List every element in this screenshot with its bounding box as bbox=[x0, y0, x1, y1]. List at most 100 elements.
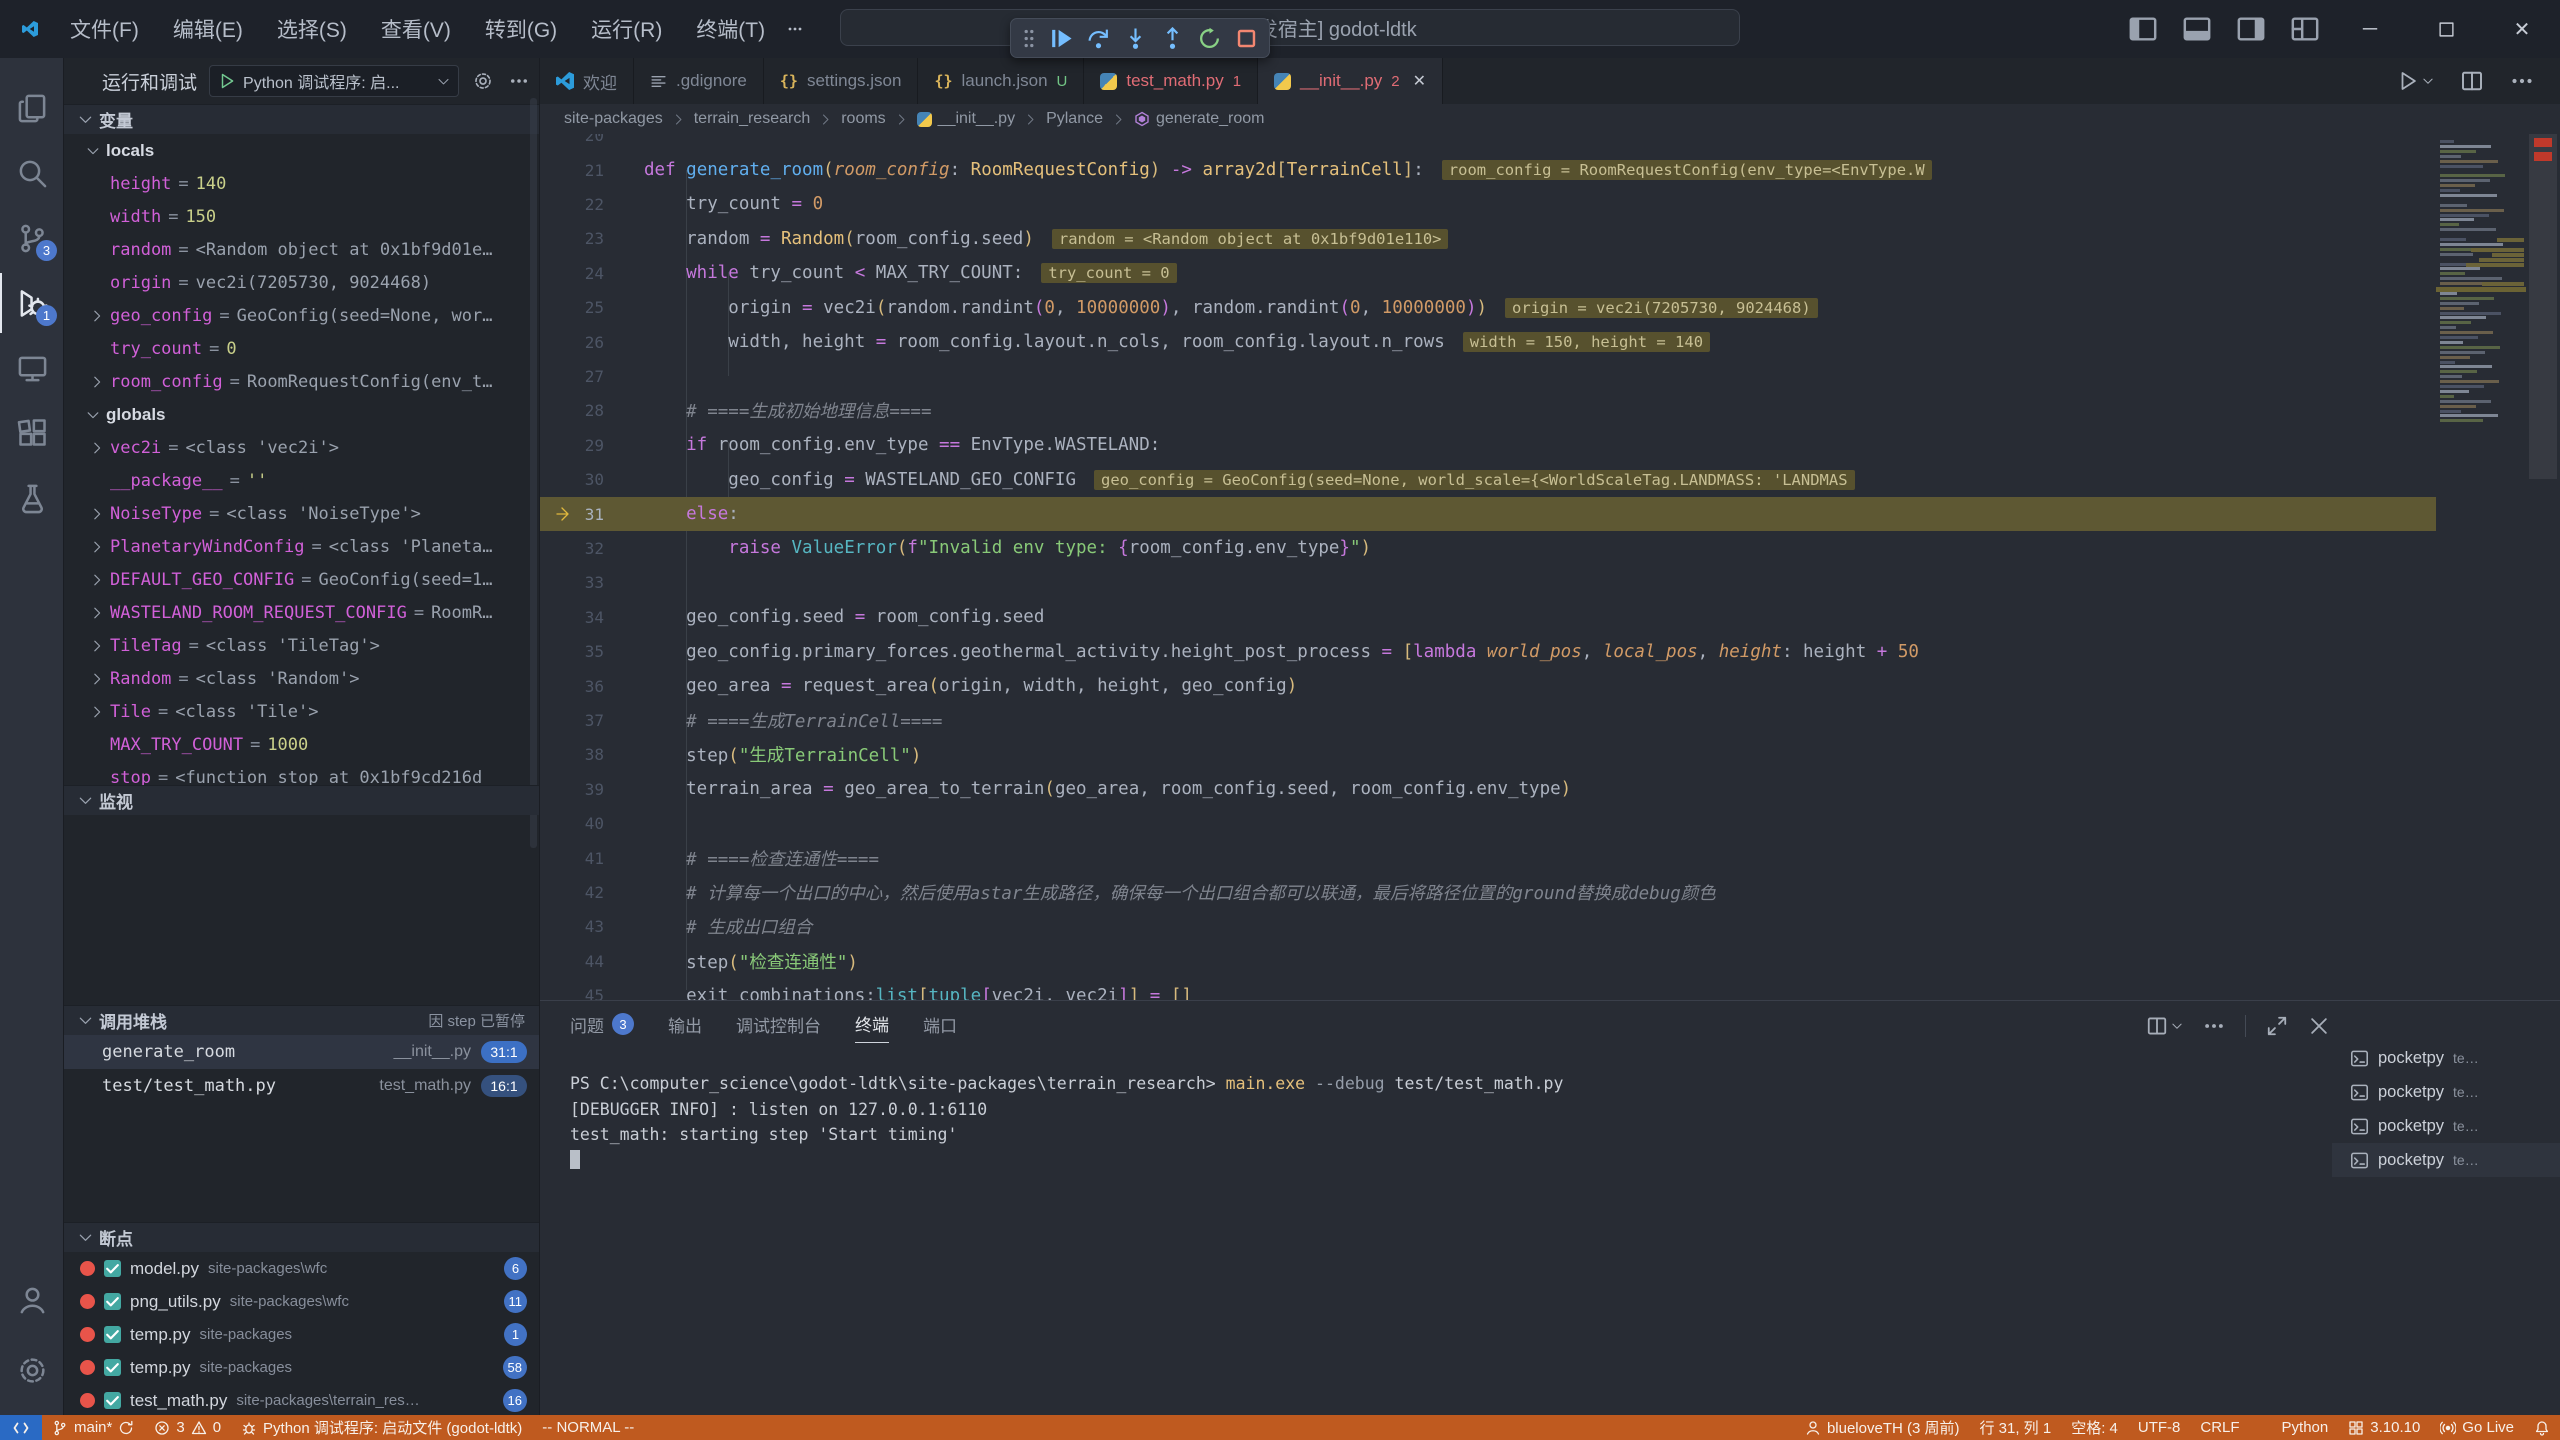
tab-launch.json[interactable]: {}launch.jsonU bbox=[918, 58, 1084, 104]
watch-section-header[interactable]: 监视 bbox=[64, 785, 539, 815]
variable-Tile[interactable]: Tile=<class 'Tile'> bbox=[64, 695, 539, 728]
editor-scrollbar[interactable] bbox=[2526, 134, 2560, 1000]
breakpoint-checkbox[interactable] bbox=[104, 1326, 121, 1343]
breadcrumb-item-Pylance[interactable]: Pylance bbox=[1046, 110, 1103, 128]
menu-查看(V)[interactable]: 查看(V) bbox=[367, 8, 465, 50]
activitybar-explorer[interactable] bbox=[0, 78, 64, 138]
debug-panel-more-icon[interactable] bbox=[509, 71, 529, 91]
breakpoint-temp.py-1[interactable]: temp.pysite-packages1 bbox=[64, 1318, 539, 1351]
debug-settings-gear-icon[interactable] bbox=[473, 71, 493, 91]
stack-frame-generate_room[interactable]: generate_room__init__.py31:1 bbox=[64, 1035, 539, 1069]
breakpoint-test_math.py-16[interactable]: test_math.pysite-packages\terrain_res…16 bbox=[64, 1384, 539, 1415]
debug-restart-icon[interactable] bbox=[1197, 26, 1222, 51]
variable-WASTELAND_ROOM_REQUEST_CONFIG[interactable]: WASTELAND_ROOM_REQUEST_CONFIG=RoomR… bbox=[64, 596, 539, 629]
statusbar-cursor-position[interactable]: 行 31, 列 1 bbox=[1969, 1415, 2061, 1440]
breadcrumb-item-generate_room[interactable]: generate_room bbox=[1134, 110, 1265, 128]
breadcrumb-item-site-packages[interactable]: site-packages bbox=[564, 110, 663, 128]
sidebar-scrollbar[interactable] bbox=[530, 98, 537, 848]
variable-__package__[interactable]: __package__='' bbox=[64, 464, 539, 497]
editor-more-actions-icon[interactable] bbox=[2510, 69, 2534, 93]
debug-config-dropdown[interactable]: Python 调试程序: 启... bbox=[209, 65, 459, 97]
menu-选择(S)[interactable]: 选择(S) bbox=[263, 8, 361, 50]
breakpoint-model.py-6[interactable]: model.pysite-packages\wfc6 bbox=[64, 1252, 539, 1285]
activitybar-remote-explorer[interactable] bbox=[0, 338, 64, 398]
variable-height[interactable]: height=140 bbox=[64, 167, 539, 200]
debug-continue-icon[interactable] bbox=[1049, 26, 1074, 51]
activitybar-accounts[interactable] bbox=[0, 1270, 64, 1330]
variable-MAX_TRY_COUNT[interactable]: MAX_TRY_COUNT=1000 bbox=[64, 728, 539, 761]
breakpoint-checkbox[interactable] bbox=[104, 1359, 121, 1376]
panel-tab-终端[interactable]: 终端 bbox=[855, 1011, 889, 1043]
customize-layout-icon[interactable] bbox=[2290, 14, 2320, 44]
menu-终端(T)[interactable]: 终端(T) bbox=[682, 8, 779, 50]
panel-tab-调试控制台[interactable]: 调试控制台 bbox=[736, 1012, 821, 1043]
split-editor-icon[interactable] bbox=[2460, 69, 2484, 93]
statusbar-go-live[interactable]: Go Live bbox=[2430, 1415, 2524, 1440]
variable-Random[interactable]: Random=<class 'Random'> bbox=[64, 662, 539, 695]
tab-__init__.py[interactable]: __init__.py2✕ bbox=[1258, 58, 1443, 104]
activitybar-testing[interactable] bbox=[0, 468, 64, 528]
variable-NoiseType[interactable]: NoiseType=<class 'NoiseType'> bbox=[64, 497, 539, 530]
statusbar-remote-indicator[interactable] bbox=[0, 1415, 42, 1440]
debug-step-out-icon[interactable] bbox=[1160, 26, 1185, 51]
menu-文件(F)[interactable]: 文件(F) bbox=[56, 8, 153, 50]
menu-运行(R)[interactable]: 运行(R) bbox=[577, 8, 676, 50]
panel-tab-端口[interactable]: 端口 bbox=[923, 1012, 957, 1043]
variable-geo_config[interactable]: geo_config=GeoConfig(seed=None, wor… bbox=[64, 299, 539, 332]
variable-width[interactable]: width=150 bbox=[64, 200, 539, 233]
window-maximize-button[interactable] bbox=[2408, 0, 2484, 58]
window-minimize-button[interactable]: ─ bbox=[2332, 0, 2408, 58]
variable-random[interactable]: random=<Random object at 0x1bf9d01e… bbox=[64, 233, 539, 266]
variable-try_count[interactable]: try_count=0 bbox=[64, 332, 539, 365]
split-terminal-button[interactable] bbox=[2146, 1015, 2183, 1037]
command-center-search[interactable]: [扩展开发宿主] godot-ldtk bbox=[840, 9, 1740, 46]
callstack-section-header[interactable]: 调用堆栈 因 step 已暂停 bbox=[64, 1005, 539, 1035]
maximize-panel-icon[interactable] bbox=[2266, 1015, 2288, 1037]
activitybar-run-debug[interactable]: 1 bbox=[0, 273, 64, 333]
terminal-list-item[interactable]: pocketpyte… bbox=[2332, 1109, 2560, 1143]
breadcrumb-item-__init__.py[interactable]: __init__.py bbox=[917, 110, 1015, 128]
activitybar-source-control[interactable]: 3 bbox=[0, 208, 64, 268]
code-editor[interactable]: 2021def generate_room(room_config: RoomR… bbox=[540, 134, 2560, 1000]
statusbar-git-annotate[interactable]: blueloveTH (3 周前) bbox=[1795, 1415, 1970, 1440]
debug-stop-icon[interactable] bbox=[1234, 26, 1259, 51]
statusbar-indentation[interactable]: 空格: 4 bbox=[2061, 1415, 2128, 1440]
variable-TileTag[interactable]: TileTag=<class 'TileTag'> bbox=[64, 629, 539, 662]
toggle-sidebar-icon[interactable] bbox=[2128, 14, 2158, 44]
variable-vec2i[interactable]: vec2i=<class 'vec2i'> bbox=[64, 431, 539, 464]
statusbar-debug-status[interactable]: Python 调试程序: 启动文件 (godot-ldtk) bbox=[231, 1415, 532, 1440]
statusbar-python-version[interactable]: 3.10.10 bbox=[2338, 1415, 2430, 1440]
statusbar-eol[interactable]: CRLF bbox=[2190, 1415, 2249, 1440]
breakpoint-checkbox[interactable] bbox=[104, 1260, 121, 1277]
run-python-file-button[interactable] bbox=[2397, 70, 2434, 92]
breakpoints-section-header[interactable]: 断点 bbox=[64, 1222, 539, 1252]
terminal-output[interactable]: PS C:\computer_science\godot-ldtk\site-p… bbox=[570, 1071, 2320, 1415]
panel-more-actions-icon[interactable] bbox=[2203, 1015, 2225, 1037]
activitybar-extensions[interactable] bbox=[0, 403, 64, 463]
statusbar-notifications[interactable] bbox=[2524, 1415, 2560, 1440]
toggle-secondary-sidebar-icon[interactable] bbox=[2236, 14, 2266, 44]
variable-stop[interactable]: stop=<function stop at 0x1bf9cd216d bbox=[64, 761, 539, 785]
debug-step-over-icon[interactable] bbox=[1086, 26, 1111, 51]
tab-close-icon[interactable]: ✕ bbox=[1413, 71, 1426, 91]
statusbar-git-branch[interactable]: main* bbox=[42, 1415, 144, 1440]
activitybar-settings[interactable] bbox=[0, 1340, 64, 1400]
panel-tab-问题[interactable]: 问题3 bbox=[570, 1012, 634, 1043]
variables-group-globals[interactable]: globals bbox=[64, 398, 539, 431]
drag-grip-icon[interactable] bbox=[1021, 26, 1037, 51]
breadcrumb[interactable]: site-packagesterrain_researchrooms__init… bbox=[540, 104, 2560, 134]
tab-test_math.py[interactable]: test_math.py1 bbox=[1084, 58, 1258, 104]
variable-origin[interactable]: origin=vec2i(7205730, 9024468) bbox=[64, 266, 539, 299]
breakpoint-checkbox[interactable] bbox=[104, 1392, 121, 1409]
breakpoint-temp.py-58[interactable]: temp.pysite-packages58 bbox=[64, 1351, 539, 1384]
close-panel-icon[interactable] bbox=[2308, 1015, 2330, 1037]
tab-settings.json[interactable]: {}settings.json bbox=[764, 58, 919, 104]
menu-转到(G)[interactable]: 转到(G) bbox=[471, 8, 571, 50]
stack-frame-test/test_math.py[interactable]: test/test_math.pytest_math.py16:1 bbox=[64, 1069, 539, 1103]
activitybar-search[interactable] bbox=[0, 143, 64, 203]
menu-编辑(E)[interactable]: 编辑(E) bbox=[159, 8, 257, 50]
breadcrumb-item-terrain_research[interactable]: terrain_research bbox=[694, 110, 811, 128]
variable-DEFAULT_GEO_CONFIG[interactable]: DEFAULT_GEO_CONFIG=GeoConfig(seed=1… bbox=[64, 563, 539, 596]
variables-section-header[interactable]: 变量 bbox=[64, 104, 539, 134]
breakpoint-checkbox[interactable] bbox=[104, 1293, 121, 1310]
